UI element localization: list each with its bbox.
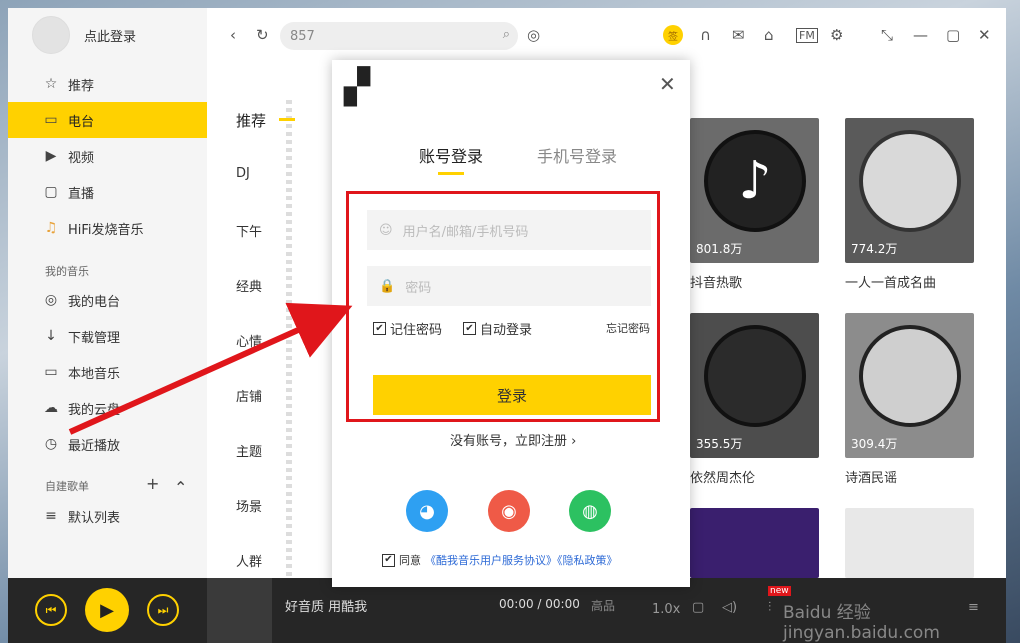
annotation-arrow — [68, 302, 353, 435]
